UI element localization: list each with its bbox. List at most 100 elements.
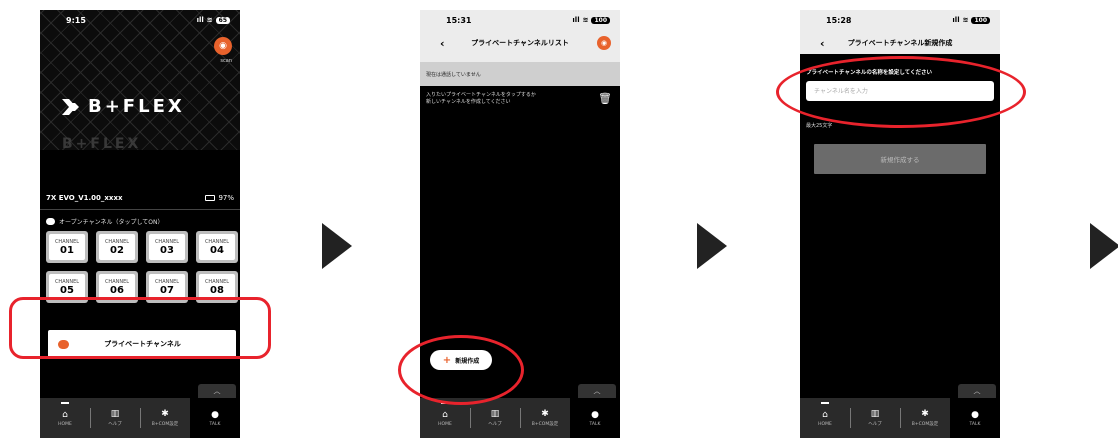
device-battery-icon [205, 195, 216, 201]
tab-home[interactable]: ⌂ HOME [800, 398, 850, 438]
tab-label: B+COM設定 [151, 422, 179, 427]
channel-number: 03 [160, 244, 174, 256]
tab-label: ヘルプ [868, 422, 882, 427]
channel-button-02[interactable]: CHANNEL 02 [96, 231, 138, 263]
channel-button-04[interactable]: CHANNEL 04 [196, 231, 238, 263]
tab-label: TALK [209, 421, 221, 427]
tab-label: B+COM設定 [911, 422, 939, 427]
logo-mark-icon [62, 98, 79, 115]
gear-icon: ✱ [161, 409, 169, 419]
tab-settings[interactable]: ✱ B+COM設定 [900, 398, 950, 438]
chat-bubble-icon [46, 218, 55, 225]
help-book-icon: ▥ [870, 409, 880, 419]
tab-settings[interactable]: ✱ B+COM設定 [520, 398, 570, 438]
scan-icon: ◉ [219, 41, 227, 51]
scan-button[interactable]: ◉ [214, 37, 232, 55]
tab-label: B+COM設定 [531, 422, 559, 427]
channel-number: 01 [60, 244, 74, 256]
collapse-button[interactable]: ︿ [198, 384, 236, 398]
open-channel-header: オープンチャンネル（タップしてON） [46, 217, 164, 226]
instruction-text: 入りたいプライベートチャンネルをタップするか 新しいチャンネルを作成してください [426, 92, 586, 106]
tab-talk[interactable]: ● TALK [570, 398, 620, 438]
header-pattern [40, 10, 240, 150]
tab-home[interactable]: ⌂ HOME [40, 398, 90, 438]
nav-header: 15:28 ıll ≋ 100 ‹ プライベートチャンネル新規作成 [800, 10, 1000, 54]
status-icons: ıll ≋ 100 [952, 16, 990, 24]
tab-label: ヘルプ [108, 422, 122, 427]
max-length-hint: 最大25文字 [806, 123, 833, 129]
wifi-icon: ≋ [206, 16, 213, 24]
chat-bubble-icon: ● [211, 409, 219, 420]
channel-button-01[interactable]: CHANNEL 01 [46, 231, 88, 263]
tab-help[interactable]: ▥ ヘルプ [850, 398, 900, 438]
battery-icon: 100 [591, 16, 610, 24]
brand-logo: B+FLEX [62, 96, 185, 117]
tab-help[interactable]: ▥ ヘルプ [90, 398, 140, 438]
active-indicator [61, 402, 69, 404]
logo-text: B+FLEX [88, 96, 185, 117]
wifi-icon: ≋ [962, 16, 969, 24]
open-channel-label: オープンチャンネル（タップしてON） [59, 219, 164, 226]
next-step-arrow-icon [697, 223, 727, 269]
nav-bar: ‹ プライベートチャンネルリスト [420, 34, 620, 52]
help-book-icon: ▥ [490, 409, 500, 419]
gear-icon: ✱ [921, 409, 929, 419]
home-icon: ⌂ [822, 409, 828, 420]
logo-reflection: B+FLEX [62, 136, 142, 152]
status-time: 15:31 [446, 15, 472, 25]
tab-label: ヘルプ [488, 422, 502, 427]
signal-icon: ıll [196, 16, 204, 24]
channel-number: 04 [210, 244, 224, 256]
tab-settings[interactable]: ✱ B+COM設定 [140, 398, 190, 438]
channel-number: 02 [110, 244, 124, 256]
tab-bar: ⌂ HOME ▥ ヘルプ ✱ B+COM設定 ● TALK [800, 398, 1000, 438]
trash-icon[interactable]: 🗑 [598, 92, 612, 105]
create-button[interactable]: 新規作成する [814, 144, 986, 174]
tab-label: HOME [58, 421, 72, 427]
tab-bar: ⌂ HOME ▥ ヘルプ ✱ B+COM設定 ● TALK [40, 398, 240, 438]
status-icons: ıll ≋ 100 [572, 16, 610, 24]
tab-label: TALK [589, 421, 601, 427]
device-info-row: 7X EVO_V1.00_xxxx 97% [46, 194, 234, 202]
highlight-ring [776, 56, 1026, 128]
battery-icon: 65 [215, 16, 230, 24]
help-book-icon: ▥ [110, 409, 120, 419]
channel-number: 07 [160, 284, 174, 296]
collapse-button[interactable]: ︿ [578, 384, 616, 398]
channel-button-03[interactable]: CHANNEL 03 [146, 231, 188, 263]
tab-help[interactable]: ▥ ヘルプ [470, 398, 520, 438]
channel-number: 08 [210, 284, 224, 296]
divider [40, 209, 240, 210]
instruction-line: 入りたいプライベートチャンネルをタップするか [426, 92, 536, 98]
tab-label: HOME [438, 421, 452, 427]
tab-talk[interactable]: ● TALK [950, 398, 1000, 438]
chat-bubble-icon: ● [591, 409, 599, 420]
device-battery-percent: 97% [218, 194, 234, 202]
status-bar: 9:15 ıll ≋ 65 [40, 10, 240, 30]
phone-screen-home: 9:15 ıll ≋ 65 ◉ scan B+FLEX B+FLEX 7X EV… [40, 10, 240, 438]
back-chevron-icon[interactable]: ‹ [820, 37, 825, 50]
device-battery: 97% [205, 194, 234, 202]
collapse-button[interactable]: ︿ [958, 384, 996, 398]
channel-number: 06 [110, 284, 124, 296]
next-step-arrow-icon [1090, 223, 1118, 269]
battery-icon: 100 [971, 16, 990, 24]
call-status: 現在は通話していません [420, 62, 620, 86]
instruction-line: 新しいチャンネルを作成してください [426, 99, 511, 105]
signal-icon: ıll [572, 16, 580, 24]
status-icons: ıll ≋ 65 [197, 16, 230, 24]
back-chevron-icon[interactable]: ‹ [440, 37, 445, 50]
scan-label: scan [220, 58, 232, 64]
stage: 9:15 ıll ≋ 65 ◉ scan B+FLEX B+FLEX 7X EV… [0, 0, 1118, 438]
tab-label: HOME [818, 421, 832, 427]
tab-talk[interactable]: ● TALK [190, 398, 240, 438]
page-title: プライベートチャンネルリスト [471, 39, 569, 47]
status-bar: 15:28 ıll ≋ 100 [800, 10, 1000, 30]
signal-icon: ıll [952, 16, 960, 24]
channel-grid: CHANNEL 01 CHANNEL 02 CHANNEL 03 CHANNEL 04 … [46, 231, 238, 303]
tab-label: TALK [969, 421, 981, 427]
chevron-up-icon: ︿ [593, 387, 601, 395]
scan-button[interactable]: ◉ [597, 36, 611, 50]
device-name: 7X EVO_V1.00_xxxx [46, 194, 123, 202]
home-icon: ⌂ [62, 409, 68, 420]
